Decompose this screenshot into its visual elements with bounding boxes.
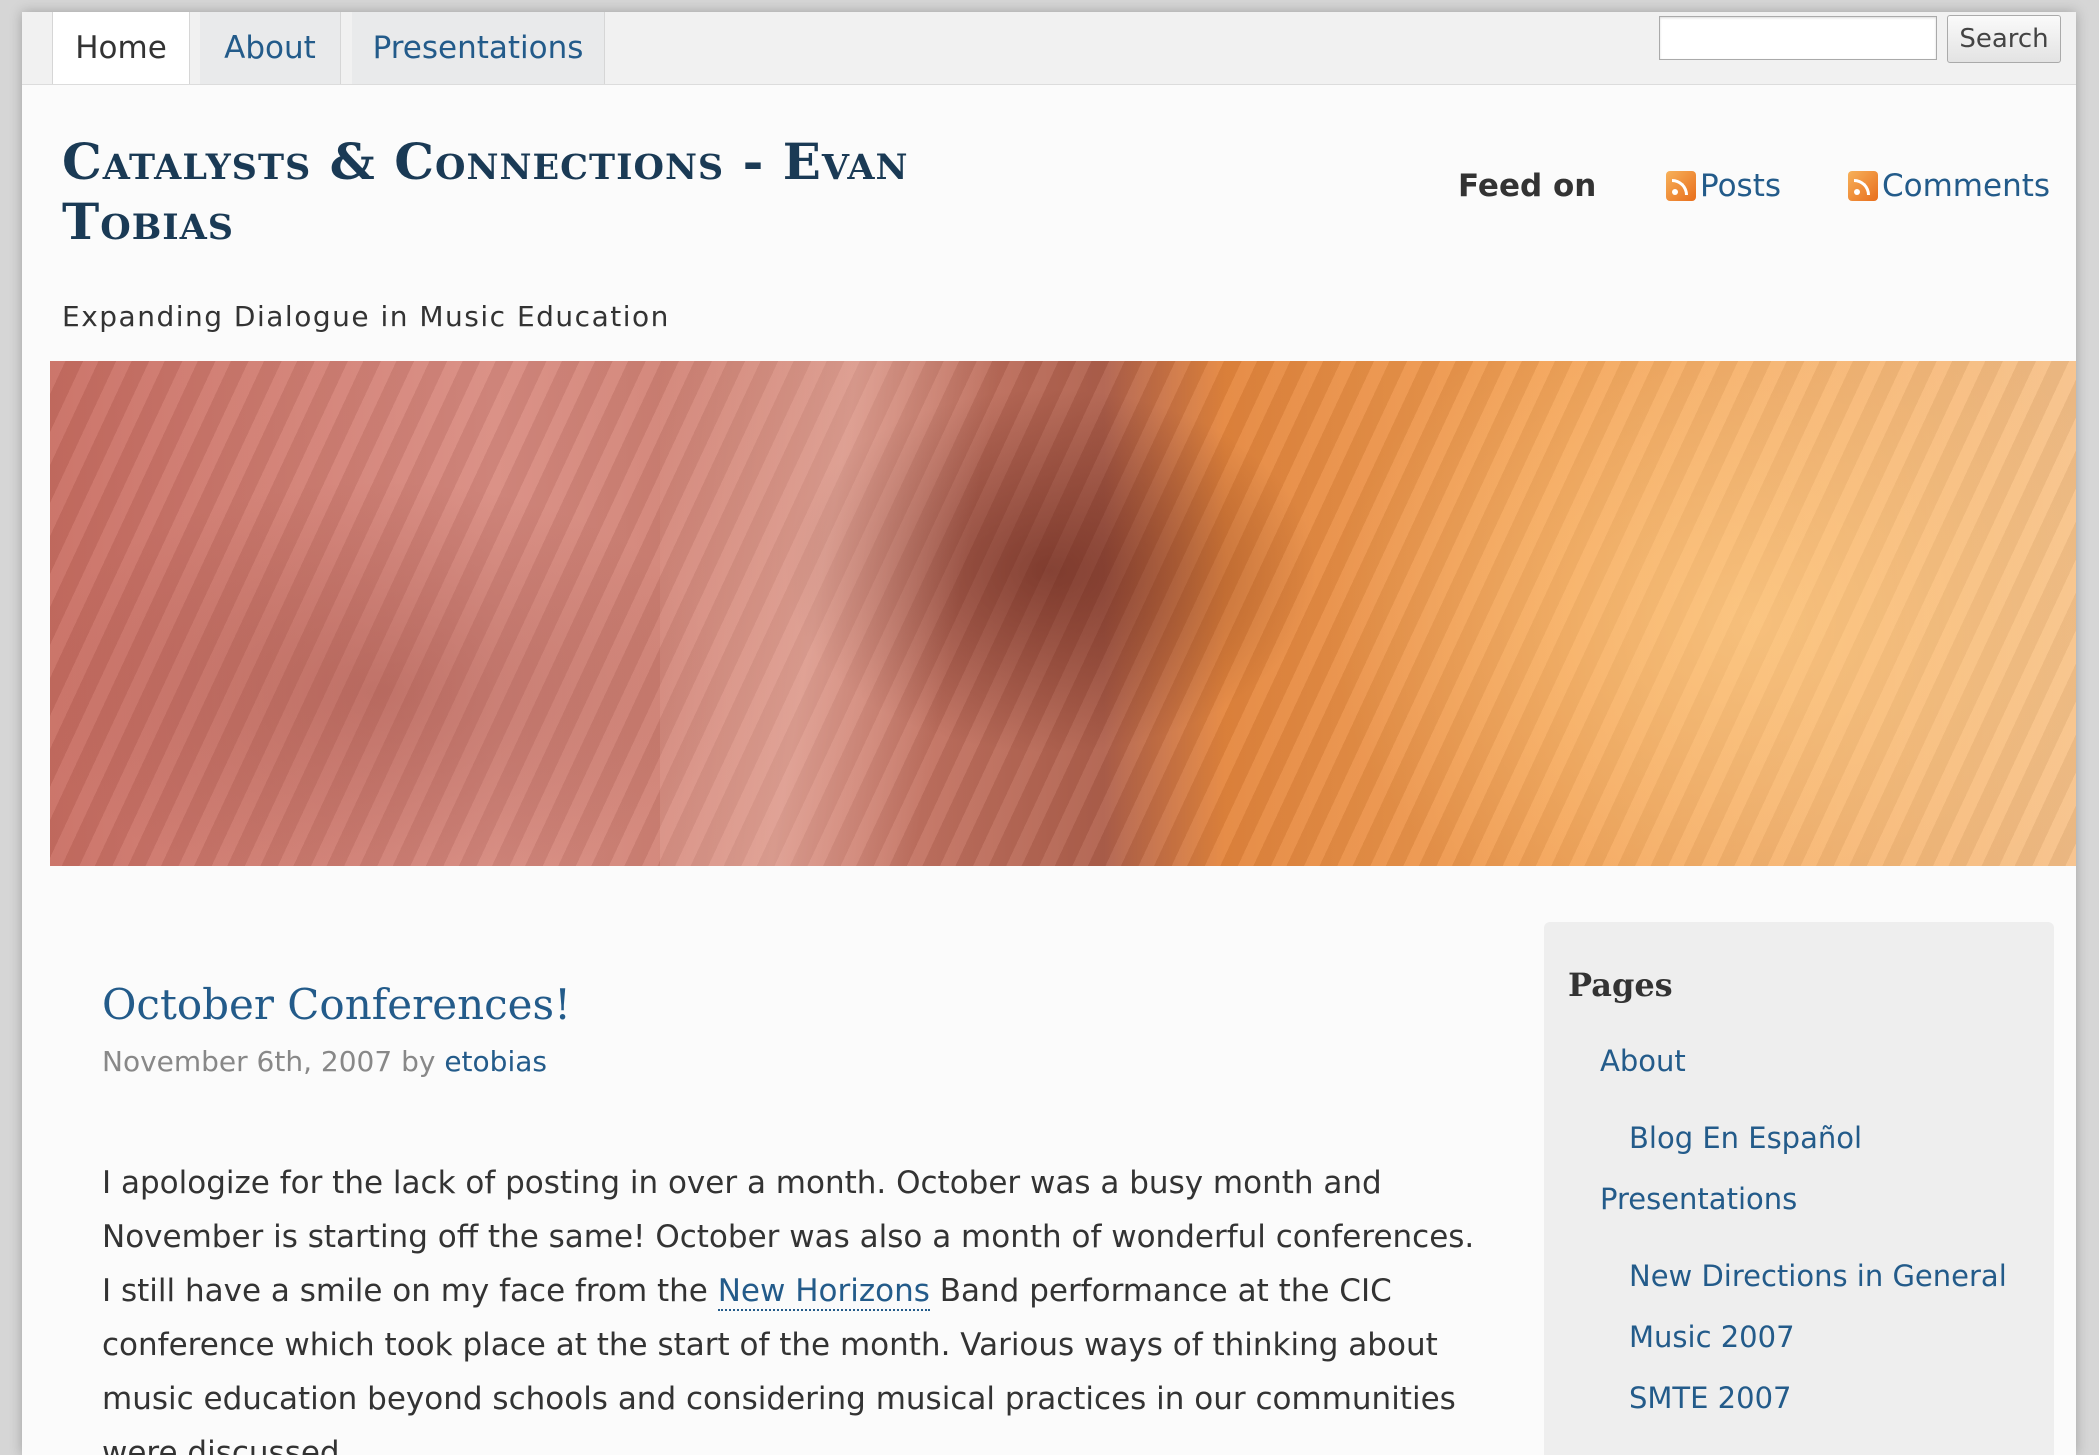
site-title-line-2: Tobias (62, 192, 235, 251)
new-horizons-link[interactable]: New Horizons (717, 1273, 930, 1311)
sidebar-item-music-2007[interactable]: Music 2007 (1629, 1320, 1795, 1354)
banner-texture (660, 361, 1140, 866)
tab-home[interactable]: Home (52, 12, 190, 84)
sidebar-item-smte-2007[interactable]: SMTE 2007 (1629, 1381, 1792, 1415)
search-input[interactable] (1659, 16, 1937, 60)
post-body: I apologize for the lack of posting in o… (102, 1156, 1482, 1455)
sidebar-title: Pages (1568, 966, 1673, 1004)
sidebar-item-new-directions[interactable]: New Directions in General (1629, 1259, 2007, 1293)
post-date: November 6th, 2007 (102, 1045, 393, 1078)
rss-icon (1666, 171, 1696, 201)
post-author-link[interactable]: etobias (444, 1045, 547, 1078)
feed-label: Feed on (1458, 168, 1597, 204)
tab-presentations[interactable]: Presentations (352, 12, 605, 84)
site-title-line-1: Catalysts & Connections - Evan (62, 132, 909, 191)
rss-icon (1848, 171, 1878, 201)
page: Home About Presentations Search Catalyst… (22, 12, 2076, 1455)
search-button[interactable]: Search (1947, 15, 2061, 63)
feed-posts-link[interactable]: Posts (1666, 164, 1781, 208)
feed-comments-link[interactable]: Comments (1848, 164, 2050, 208)
tab-about[interactable]: About (200, 12, 341, 84)
sidebar-pages: Pages About Blog En Español Presentation… (1544, 922, 2054, 1455)
site-title[interactable]: Catalysts & Connections - Evan Tobias (62, 132, 1162, 252)
sidebar-item-blog-en-espanol[interactable]: Blog En Español (1629, 1121, 1862, 1155)
sidebar-item-about[interactable]: About (1600, 1044, 1686, 1078)
site-description: Expanding Dialogue in Music Education (62, 300, 670, 333)
post-meta: November 6th, 2007 by etobias (102, 1045, 547, 1078)
sidebar-item-presentations[interactable]: Presentations (1600, 1182, 1797, 1216)
feed-comments-label: Comments (1882, 168, 2051, 204)
top-nav: Home About Presentations Search (22, 12, 2076, 85)
header-banner-image (50, 361, 2076, 866)
post-title-link[interactable]: October Conferences! (102, 980, 571, 1029)
post-by: by (401, 1045, 436, 1078)
feed-posts-label: Posts (1700, 168, 1782, 204)
